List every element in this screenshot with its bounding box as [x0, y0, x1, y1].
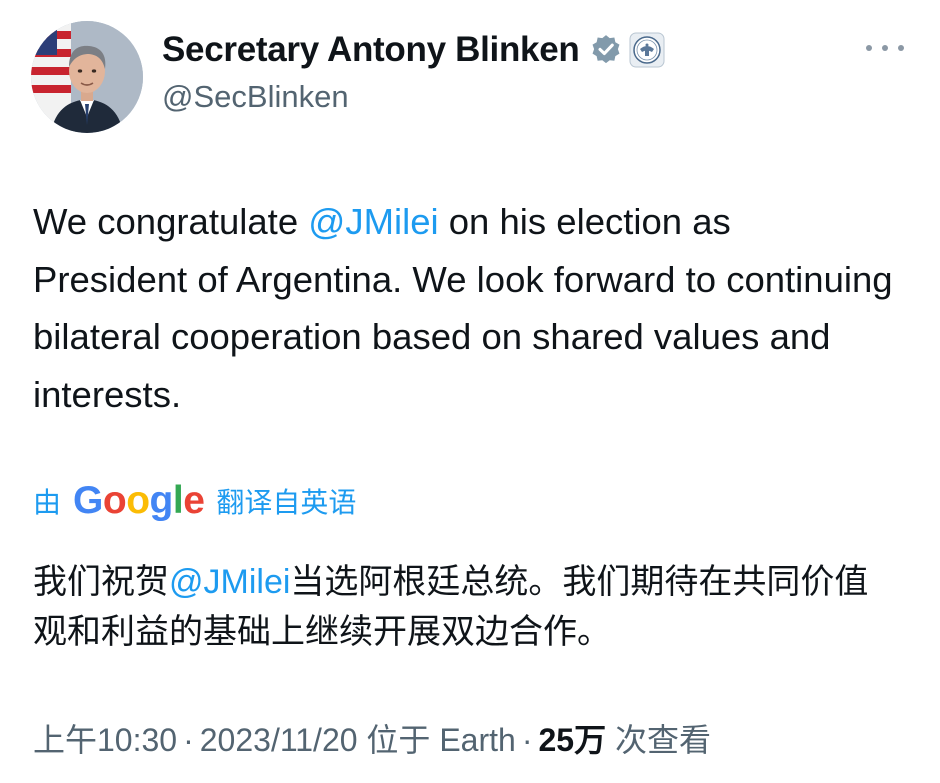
- google-logo: Google: [73, 479, 205, 522]
- translated-tweet-text: 我们祝贺@JMilei当选阿根廷总统。我们期待在共同价值观和利益的基础上继续开展…: [33, 557, 893, 657]
- translated-text-part1: 我们祝贺: [33, 563, 169, 601]
- author-handle[interactable]: @SecBlinken: [162, 79, 349, 115]
- translated-from-label: 翻译自英语: [216, 487, 357, 518]
- views-label: 次查看: [614, 722, 711, 758]
- translated-by-google-label[interactable]: 由 Google 翻译自英语: [33, 478, 356, 524]
- mention-link[interactable]: @JMilei: [308, 201, 438, 242]
- tweet-text: We congratulate @JMilei on his election …: [33, 193, 893, 423]
- tweet-date[interactable]: 2023/11/20: [200, 722, 358, 758]
- translated-mention-link[interactable]: @JMilei: [169, 563, 290, 601]
- department-of-state-seal-icon[interactable]: [629, 32, 665, 68]
- separator-dot: ·: [521, 722, 533, 758]
- views-count[interactable]: 25万: [538, 722, 606, 758]
- verified-badge-icon[interactable]: [589, 33, 623, 67]
- tweet-time[interactable]: 上午10:30: [33, 722, 177, 758]
- separator-dot: ·: [183, 722, 194, 758]
- more-horizontal-icon: [866, 45, 872, 51]
- author-name-row: Secretary Antony Blinken: [162, 30, 665, 70]
- tweet-meta: 上午10:30 · 2023/11/20 位于 Earth · 25万 次查看: [33, 715, 711, 761]
- tweet-location: 位于 Earth: [366, 722, 516, 758]
- avatar-photo: [31, 21, 143, 133]
- more-options-button[interactable]: [866, 38, 904, 58]
- author-name[interactable]: Secretary Antony Blinken: [162, 30, 580, 70]
- author-avatar[interactable]: [31, 21, 143, 133]
- tweet-text-part1: We congratulate: [33, 201, 309, 242]
- translated-by-label: 由: [33, 487, 62, 518]
